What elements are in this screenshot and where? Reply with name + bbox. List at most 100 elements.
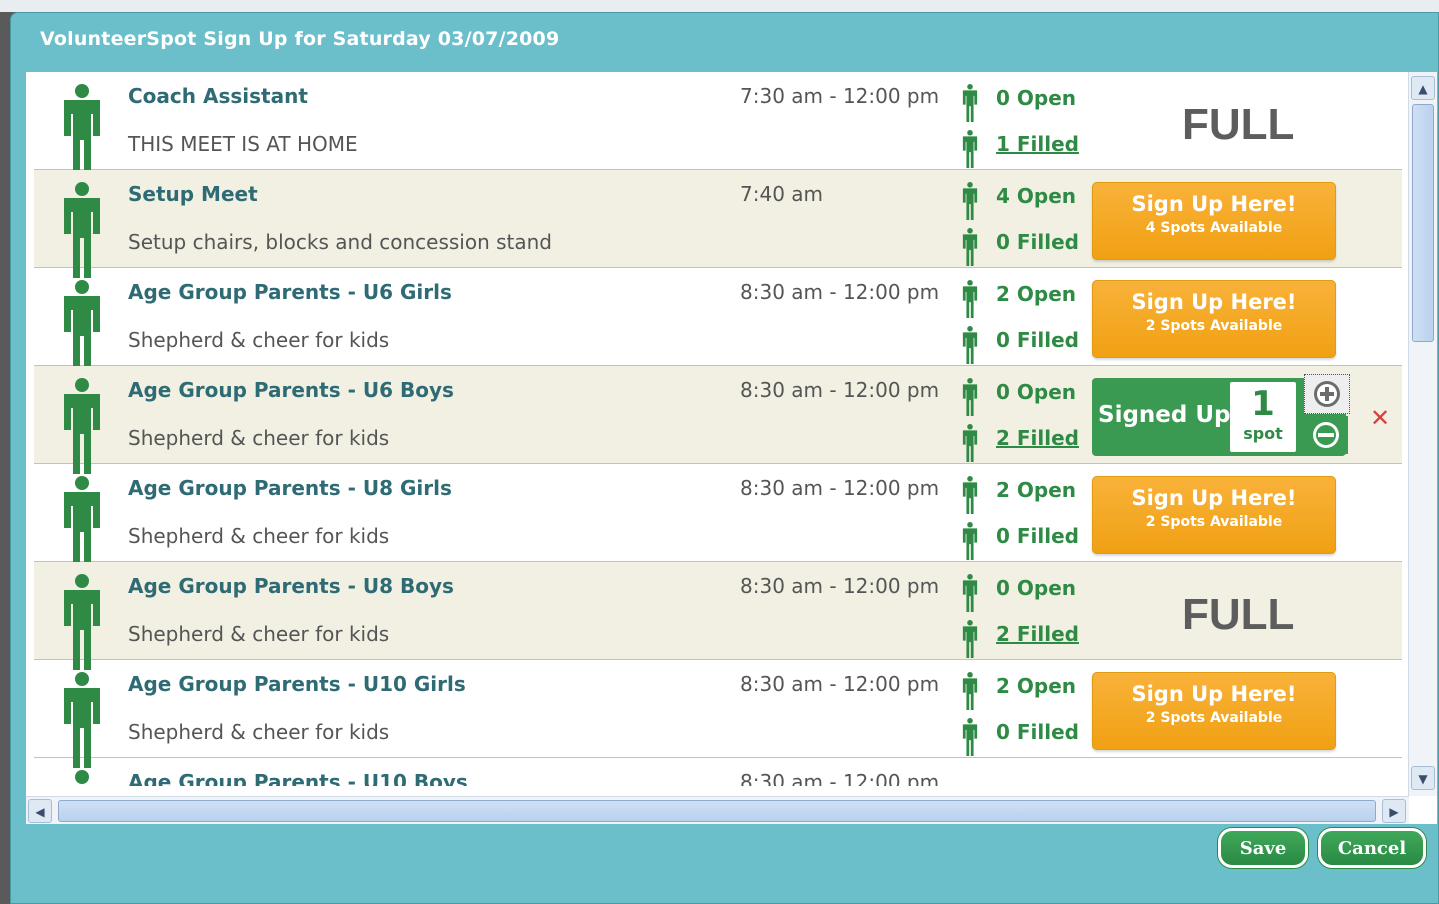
filled-count: 0 Filled bbox=[996, 230, 1079, 254]
slot-time: 8:30 am - 12:00 pm bbox=[740, 770, 940, 786]
slot-description: Shepherd & cheer for kids bbox=[128, 426, 390, 450]
slot-title: Age Group Parents - U6 Boys bbox=[128, 378, 454, 402]
slot-person-icon bbox=[62, 574, 102, 674]
signup-dialog: VolunteerSpot Sign Up for Saturday 03/07… bbox=[10, 12, 1439, 904]
slot-row: Coach Assistant THIS MEET IS AT HOME 7:30 … bbox=[34, 72, 1402, 180]
slot-title: Setup Meet bbox=[128, 182, 258, 206]
person-icon bbox=[962, 182, 978, 220]
save-button[interactable]: Save bbox=[1218, 828, 1308, 868]
filled-person-icon bbox=[962, 228, 978, 270]
sign-up-button[interactable]: Sign Up Here! 2 Spots Available bbox=[1092, 672, 1336, 750]
person-icon bbox=[962, 672, 978, 710]
person-icon bbox=[962, 522, 978, 560]
person-icon bbox=[962, 620, 978, 658]
spots-available-label: 2 Spots Available bbox=[1145, 318, 1283, 334]
spot-unit: spot bbox=[1243, 424, 1283, 443]
spot-count-box: 1 spot bbox=[1230, 382, 1296, 452]
minus-circle-icon[interactable] bbox=[1304, 416, 1348, 454]
slot-person-icon bbox=[62, 280, 102, 380]
sign-up-button[interactable]: Sign Up Here! 4 Spots Available bbox=[1092, 182, 1336, 260]
spots-available-label: 2 Spots Available bbox=[1145, 710, 1283, 726]
plus-circle-icon[interactable] bbox=[1304, 374, 1350, 414]
sign-up-label: Sign Up Here! bbox=[1131, 290, 1297, 314]
slot-row: Age Group Parents - U6 Girls Shepherd & c… bbox=[34, 268, 1402, 376]
filled-person-icon bbox=[962, 522, 978, 564]
person-icon bbox=[64, 182, 100, 278]
close-icon[interactable]: ✕ bbox=[1370, 404, 1390, 432]
chevron-left-icon[interactable]: ◀ bbox=[28, 799, 52, 823]
person-icon bbox=[64, 574, 100, 670]
filled-person-icon bbox=[962, 424, 978, 466]
slot-title: Age Group Parents - U8 Girls bbox=[128, 476, 452, 500]
slot-title: Age Group Parents - U10 Boys bbox=[128, 770, 468, 786]
filled-count: 0 Filled bbox=[996, 720, 1079, 744]
open-count: 2 Open bbox=[996, 478, 1076, 502]
slot-time: 8:30 am - 12:00 pm bbox=[740, 280, 940, 304]
spots-available-label: 4 Spots Available bbox=[1145, 220, 1283, 236]
slot-row: Age Group Parents - U8 Girls Shepherd & c… bbox=[34, 464, 1402, 572]
filled-person-icon bbox=[962, 326, 978, 368]
horizontal-scroll-thumb[interactable] bbox=[58, 800, 1376, 822]
slot-title: Age Group Parents - U8 Boys bbox=[128, 574, 454, 598]
filled-person-icon bbox=[962, 130, 978, 172]
full-label: FULL bbox=[1182, 590, 1295, 639]
slot-time: 8:30 am - 12:00 pm bbox=[740, 672, 940, 696]
person-icon bbox=[64, 280, 100, 376]
cancel-button[interactable]: Cancel bbox=[1318, 828, 1426, 868]
slot-description: Setup chairs, blocks and concession stan… bbox=[128, 230, 553, 254]
person-icon bbox=[962, 424, 978, 462]
slot-time: 8:30 am - 12:00 pm bbox=[740, 476, 940, 500]
slot-description: Shepherd & cheer for kids bbox=[128, 328, 390, 352]
slot-time: 7:40 am bbox=[740, 182, 824, 206]
chevron-down-icon[interactable]: ▼ bbox=[1411, 766, 1435, 790]
chevron-up-icon[interactable]: ▲ bbox=[1411, 76, 1435, 100]
open-person-icon bbox=[962, 672, 978, 714]
person-icon bbox=[962, 476, 978, 514]
filled-count-link[interactable]: 2 Filled bbox=[996, 622, 1079, 646]
person-icon bbox=[962, 574, 978, 612]
person-icon bbox=[962, 130, 978, 168]
filled-person-icon bbox=[962, 620, 978, 662]
person-icon bbox=[962, 280, 978, 318]
chevron-right-icon[interactable]: ▶ bbox=[1382, 799, 1406, 823]
slot-title: Age Group Parents - U6 Girls bbox=[128, 280, 452, 304]
slot-row-partial: Age Group Parents - U10 Boys 8:30 am - 12… bbox=[34, 758, 1402, 786]
slot-person-icon bbox=[62, 770, 102, 786]
slot-list: Coach Assistant THIS MEET IS AT HOME 7:30 … bbox=[34, 72, 1402, 786]
vertical-scrollbar[interactable]: ▲ ▼ bbox=[1408, 72, 1437, 796]
open-person-icon bbox=[962, 574, 978, 616]
slot-person-icon bbox=[62, 672, 102, 772]
slot-title: Age Group Parents - U10 Girls bbox=[128, 672, 466, 696]
open-person-icon bbox=[962, 182, 978, 224]
open-count: 0 Open bbox=[996, 576, 1076, 600]
person-icon bbox=[962, 378, 978, 416]
filled-person-icon bbox=[962, 718, 978, 760]
slot-person-icon bbox=[62, 378, 102, 478]
slot-person-icon bbox=[62, 182, 102, 282]
slot-time: 8:30 am - 12:00 pm bbox=[740, 574, 940, 598]
horizontal-scrollbar[interactable]: ◀ ▶ bbox=[26, 796, 1409, 824]
sign-up-button[interactable]: Sign Up Here! 2 Spots Available bbox=[1092, 476, 1336, 554]
filled-count-link[interactable]: 2 Filled bbox=[996, 426, 1079, 450]
slot-person-icon bbox=[62, 84, 102, 184]
dialog-title: VolunteerSpot Sign Up for Saturday 03/07… bbox=[40, 28, 560, 50]
slot-row: Age Group Parents - U6 Boys Shepherd & ch… bbox=[34, 366, 1402, 474]
open-count: 2 Open bbox=[996, 282, 1076, 306]
vertical-scroll-thumb[interactable] bbox=[1412, 104, 1434, 342]
person-icon bbox=[64, 476, 100, 572]
open-count: 0 Open bbox=[996, 86, 1076, 110]
signed-up-label: Signed Up bbox=[1098, 402, 1231, 428]
filled-count-link[interactable]: 1 Filled bbox=[996, 132, 1079, 156]
person-icon bbox=[64, 378, 100, 474]
sign-up-button[interactable]: Sign Up Here! 2 Spots Available bbox=[1092, 280, 1336, 358]
open-person-icon bbox=[962, 84, 978, 126]
open-person-icon bbox=[962, 280, 978, 322]
sign-up-label: Sign Up Here! bbox=[1131, 486, 1297, 510]
slot-description: Shepherd & cheer for kids bbox=[128, 524, 390, 548]
slot-description: Shepherd & cheer for kids bbox=[128, 720, 390, 744]
spots-available-label: 2 Spots Available bbox=[1145, 514, 1283, 530]
open-count: 2 Open bbox=[996, 674, 1076, 698]
filled-count: 0 Filled bbox=[996, 524, 1079, 548]
slot-description: Shepherd & cheer for kids bbox=[128, 622, 390, 646]
slot-person-icon bbox=[62, 476, 102, 576]
